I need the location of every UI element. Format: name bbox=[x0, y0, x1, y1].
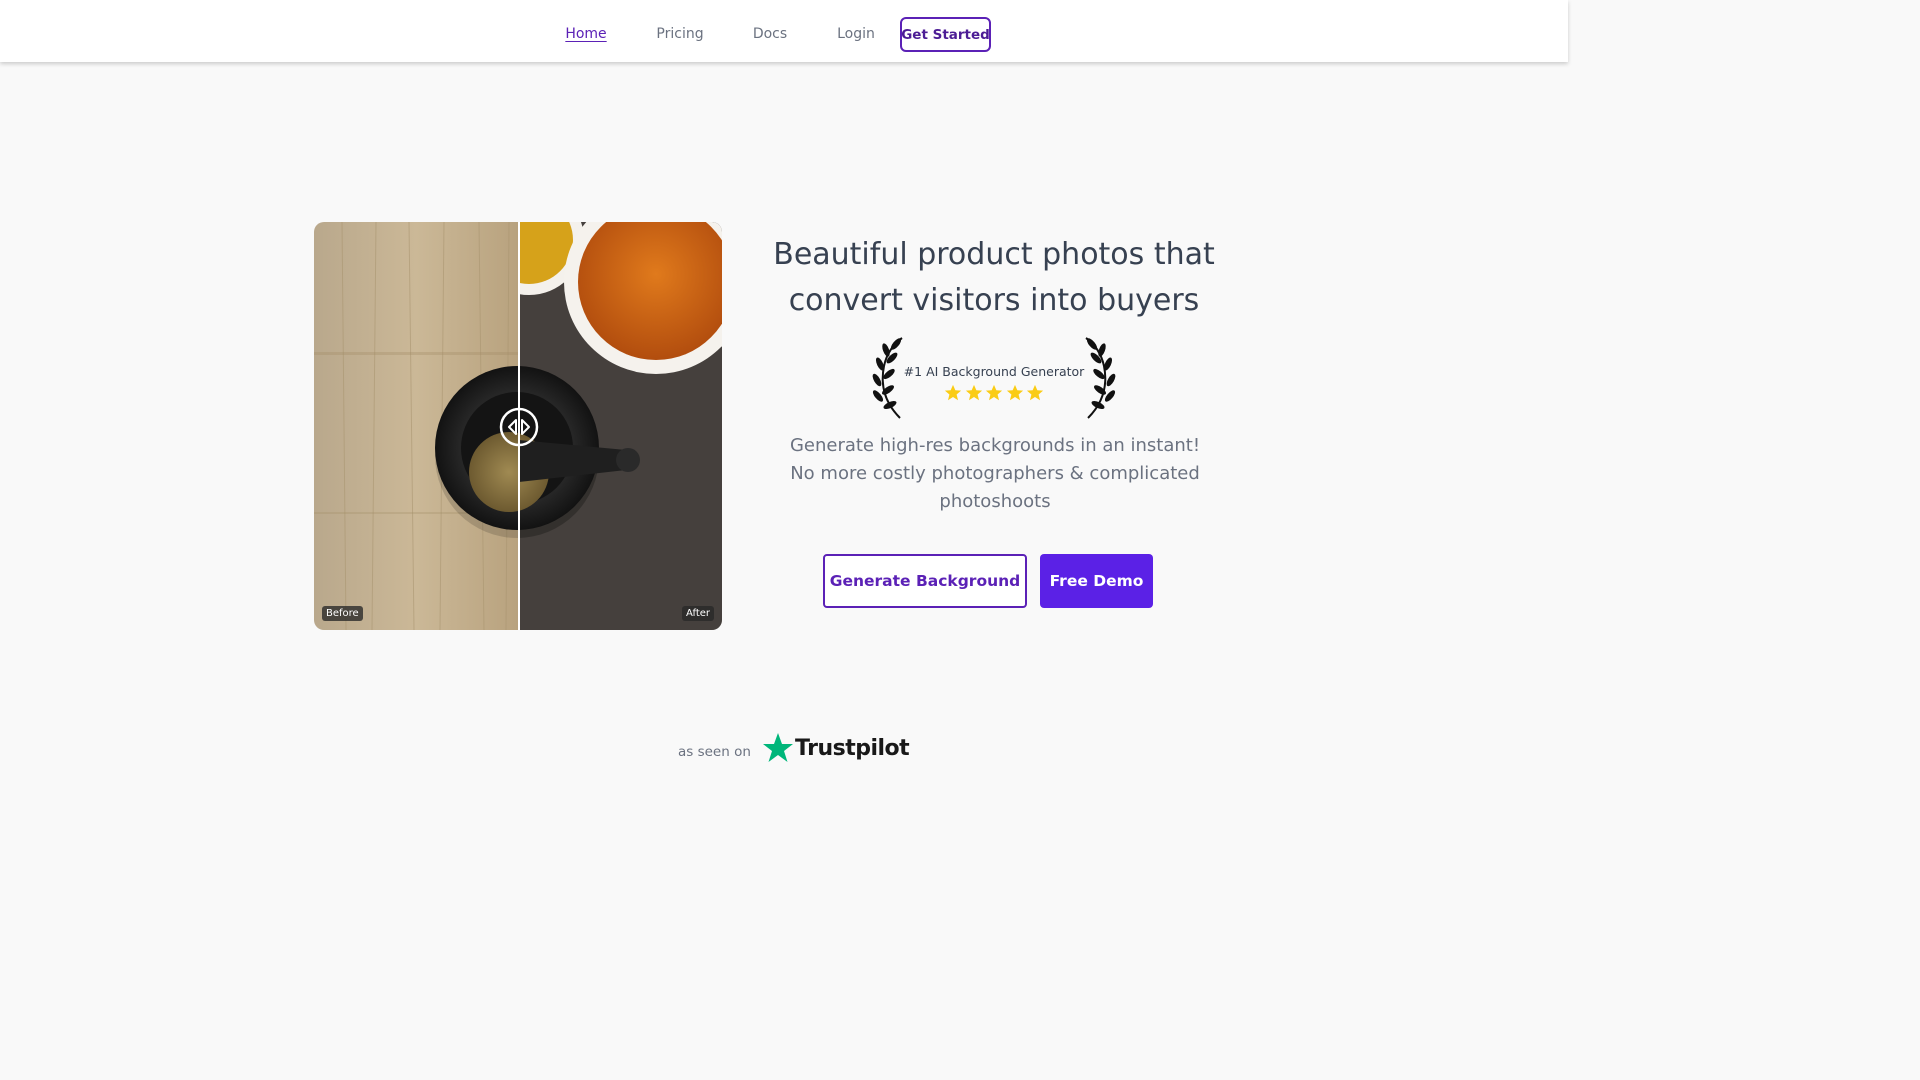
award-text: #1 AI Background Generator bbox=[903, 364, 1085, 379]
nav-link-home[interactable]: Home bbox=[565, 26, 606, 42]
before-label: Before bbox=[322, 606, 363, 621]
after-label: After bbox=[681, 606, 714, 621]
nav-link-pricing[interactable]: Pricing bbox=[656, 26, 703, 42]
nav-link-login[interactable]: Login bbox=[837, 26, 875, 42]
hero-title-line-1: Beautiful product photos that bbox=[773, 237, 1215, 272]
hero-subtitle-line-2: No more costly photographers & complicat… bbox=[790, 463, 1200, 484]
rating-stars bbox=[944, 384, 1044, 404]
free-demo-button[interactable]: Free Demo bbox=[1040, 554, 1153, 608]
hero-subtitle-line-1: Generate high-res backgrounds in an inst… bbox=[789, 435, 1201, 456]
trustpilot-star-icon bbox=[763, 733, 793, 762]
as-seen-on-text: as seen on bbox=[678, 744, 751, 760]
trustpilot-logo-text[interactable]: Trustpilot bbox=[795, 736, 910, 761]
arrows-left-right-icon[interactable] bbox=[499, 407, 539, 447]
star-icon bbox=[1006, 384, 1023, 401]
hero-title: Beautiful product photos that convert vi… bbox=[748, 232, 1240, 324]
star-icon bbox=[1026, 384, 1044, 401]
get-started-button[interactable]: Get Started bbox=[900, 17, 991, 52]
hero-subtitle-line-3: photoshoots bbox=[939, 491, 1051, 512]
generate-background-button[interactable]: Generate Background bbox=[823, 554, 1027, 608]
hero-title-line-2: convert visitors into buyers bbox=[788, 283, 1200, 318]
award-badge: #1 AI Background Generator bbox=[866, 336, 1122, 420]
nav-link-docs[interactable]: Docs bbox=[753, 26, 787, 42]
star-icon bbox=[965, 384, 982, 401]
star-icon bbox=[944, 384, 962, 401]
star-icon bbox=[985, 384, 1003, 401]
hero-subtitle: Generate high-res backgrounds in an inst… bbox=[765, 432, 1225, 516]
top-nav-bar: Home Pricing Docs Login Get Started bbox=[0, 0, 1568, 62]
before-after-comparison[interactable]: Before After bbox=[314, 222, 722, 630]
